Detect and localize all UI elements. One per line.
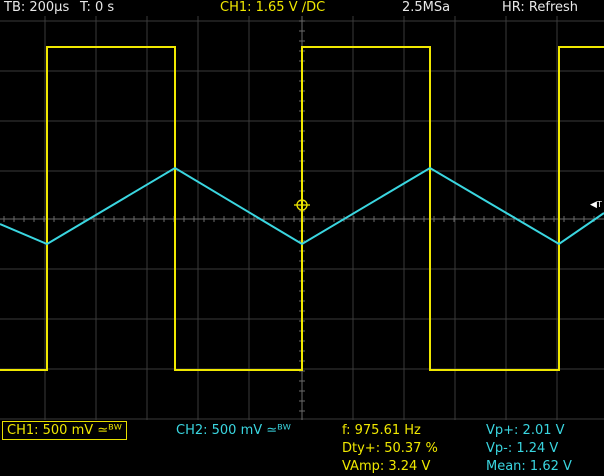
vp-plus-measurement: Vp+: 2.01 V — [486, 423, 565, 438]
scope-display: ◀ T — [0, 16, 604, 420]
duty-measurement: Dty+: 50.37 % — [342, 441, 438, 456]
mean-measurement: Mean: 1.62 V — [486, 459, 572, 474]
trigger-time-readout[interactable]: T: 0 s — [80, 0, 114, 15]
ch2-setting-label[interactable]: CH2: 500 mV ≃ᴮᵂ — [176, 422, 291, 440]
timebase-readout[interactable]: TB: 200µs — [4, 0, 69, 15]
acquisition-mode-readout[interactable]: HR: Refresh — [502, 0, 578, 15]
svg-text:◀: ◀ — [590, 200, 597, 210]
ch1-trigger-readout[interactable]: CH1: 1.65 V ∕DC — [220, 0, 325, 15]
svg-text:T: T — [596, 200, 602, 209]
status-bar: TB: 200µs T: 0 s CH1: 1.65 V ∕DC 2.5MSa … — [0, 0, 604, 16]
ch1-setting-box[interactable]: CH1: 500 mV ≃ᴮᵂ — [2, 421, 127, 440]
sample-rate-readout: 2.5MSa — [402, 0, 451, 15]
channel-measurement-panel: CH1: 500 mV ≃ᴮᵂ CH2: 500 mV ≃ᴮᵂ f: 975.6… — [0, 420, 604, 476]
vp-minus-measurement: Vp-: 1.24 V — [486, 441, 559, 456]
trigger-level-marker[interactable]: ◀ T — [590, 200, 602, 210]
frequency-measurement: f: 975.61 Hz — [342, 423, 421, 438]
vamp-measurement: VAmp: 3.24 V — [342, 459, 431, 474]
